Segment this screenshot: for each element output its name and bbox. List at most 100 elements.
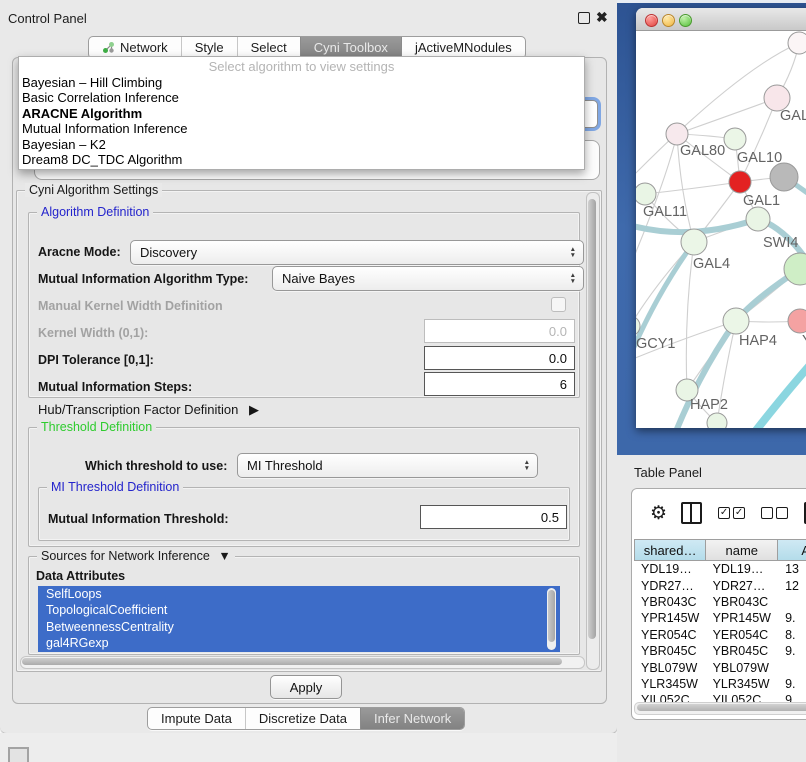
network-node-gal4[interactable] (681, 229, 707, 255)
data-attributes-list[interactable]: SelfLoopsTopologicalCoefficientBetweenne… (38, 586, 560, 652)
table-row[interactable]: YER054CYER054C8. (634, 627, 806, 643)
mi-threshold-field[interactable]: 0.5 (420, 505, 567, 529)
dpi-tolerance-field[interactable]: 0.0 (424, 346, 575, 370)
table-row[interactable]: YLR345WYLR345W9. (634, 676, 806, 692)
mi-steps-label: Mutual Information Steps: (38, 380, 192, 394)
network-node-y[interactable] (788, 309, 806, 333)
column-header-name[interactable]: name (706, 539, 778, 561)
table-cell: 9. (778, 677, 806, 691)
table-horizontal-scrollbar[interactable] (634, 702, 806, 715)
table-header-row[interactable]: shared…nameA (634, 539, 806, 561)
network-edge (677, 98, 777, 134)
algorithm-option[interactable]: Mutual Information Inference (19, 121, 584, 136)
attribute-item[interactable]: gal4RGexp (38, 635, 560, 651)
collapse-down-icon[interactable]: ▼ (218, 549, 230, 563)
network-node[interactable] (707, 413, 727, 428)
network-node-gal1[interactable] (729, 171, 751, 193)
network-node-swi4[interactable] (746, 207, 770, 231)
table-cell: YLR345W (634, 677, 706, 691)
node-table[interactable]: shared…nameA YDL19…YDL19…13YDR27…YDR27…1… (634, 539, 806, 701)
network-node[interactable] (788, 32, 806, 54)
tab-select[interactable]: Select (237, 37, 300, 58)
aracne-mode-combobox[interactable]: Discovery ▲▼ (130, 240, 584, 265)
tab-label: jActiveMNodules (415, 40, 512, 55)
algorithm-option[interactable]: Bayesian – Hill Climbing (19, 75, 584, 90)
sources-title-text: Sources for Network Inference (41, 549, 210, 563)
column-header-shared[interactable]: shared… (634, 539, 706, 561)
table-cell: YLR345W (706, 677, 779, 691)
tab-impute-data[interactable]: Impute Data (148, 708, 245, 729)
table-cell: YDR27… (706, 579, 779, 593)
column-layout-icon[interactable] (681, 502, 702, 524)
network-node-gal80[interactable] (666, 123, 688, 145)
mi-type-combobox[interactable]: Naive Bayes ▲▼ (272, 266, 584, 291)
close-panel-icon[interactable]: ✖ (596, 9, 608, 26)
network-node[interactable] (770, 163, 798, 191)
tab-jactivemnodules[interactable]: jActiveMNodules (401, 37, 525, 58)
sources-panel-title[interactable]: Sources for Network Inference ▼ (37, 549, 235, 563)
attribute-item[interactable]: SelfLoops (38, 586, 560, 602)
deselect-all-columns-icon[interactable] (761, 507, 788, 519)
close-window-icon[interactable] (645, 14, 658, 27)
hub-definition-label: Hub/Transcription Factor Definition (38, 402, 238, 417)
attributes-scrollbar[interactable] (547, 588, 556, 650)
table-row[interactable]: YDR27…YDR27…12 (634, 577, 806, 593)
network-node-hap4[interactable] (723, 308, 749, 334)
table-row[interactable]: YBR045CYBR045C9. (634, 643, 806, 659)
manual-kernel-checkbox[interactable] (551, 297, 566, 312)
tab-label: Select (251, 40, 287, 55)
network-node-gal11[interactable] (636, 183, 656, 205)
which-threshold-combobox[interactable]: MI Threshold ▲▼ (237, 453, 538, 478)
algorithm-placeholder: Select algorithm to view settings (19, 57, 584, 75)
tab-network[interactable]: Network (89, 37, 181, 58)
network-node-gal10[interactable] (724, 128, 746, 150)
table-cell: YDL19… (706, 562, 779, 576)
column-header-a[interactable]: A (778, 539, 806, 561)
algorithm-option[interactable]: Basic Correlation Inference (19, 90, 584, 105)
minimized-panel-icon[interactable] (8, 747, 29, 762)
table-row[interactable]: YBR043CYBR043C (634, 594, 806, 610)
expand-right-icon[interactable]: ▶ (249, 402, 259, 417)
zoom-window-icon[interactable] (679, 14, 692, 27)
hub-definition-toggle[interactable]: Hub/Transcription Factor Definition ▶ (38, 402, 259, 418)
table-row[interactable]: YBL079WYBL079W (634, 659, 806, 675)
attribute-item[interactable]: TopologicalCoefficient (38, 602, 560, 618)
network-window-titlebar[interactable] (636, 8, 806, 31)
kernel-width-field[interactable]: 0.0 (424, 319, 575, 343)
settings-vertical-scrollbar[interactable] (586, 192, 600, 670)
node-label: GAL7 (780, 108, 806, 124)
mi-type-value: Naive Bayes (282, 271, 355, 286)
table-cell: YDL19… (634, 562, 706, 576)
desktop-area: GAL7GAL80GAL10GAL1GAL11SWI4GAL4GCY1HAP4Y… (617, 0, 806, 762)
mi-steps-field[interactable]: 6 (424, 372, 575, 396)
table-row[interactable]: YDL19…YDL19…13 (634, 561, 806, 577)
algorithm-option[interactable]: Bayesian – K2 (19, 137, 584, 152)
tab-discretize-data[interactable]: Discretize Data (245, 708, 360, 729)
minimize-window-icon[interactable] (662, 14, 675, 27)
table-row[interactable]: YPR145WYPR145W9. (634, 610, 806, 626)
table-cell: YBL079W (706, 661, 779, 675)
tab-style[interactable]: Style (181, 37, 237, 58)
algorithm-option[interactable]: Dream8 DC_TDC Algorithm (19, 152, 584, 167)
algorithm-option[interactable]: ARACNE Algorithm (19, 106, 584, 121)
table-cell: YBL079W (634, 661, 706, 675)
tab-label: Cyni Toolbox (314, 40, 388, 55)
float-window-icon[interactable] (578, 12, 590, 24)
network-edge (636, 242, 694, 376)
which-threshold-label: Which threshold to use: (85, 459, 227, 473)
tab-cyni-toolbox[interactable]: Cyni Toolbox (300, 37, 401, 58)
network-view-window: GAL7GAL80GAL10GAL1GAL11SWI4GAL4GCY1HAP4Y… (636, 8, 806, 428)
node-label: SWI4 (763, 235, 798, 251)
settings-horizontal-scrollbar[interactable] (20, 656, 585, 669)
apply-button[interactable]: Apply (270, 675, 342, 699)
kernel-width-label: Kernel Width (0,1): (38, 326, 148, 340)
tab-infer-network[interactable]: Infer Network (360, 708, 464, 729)
gear-icon[interactable]: ⚙ (650, 502, 667, 525)
attribute-item[interactable]: BetweennessCentrality (38, 619, 560, 635)
select-all-columns-icon[interactable]: ✓✓ (718, 507, 745, 519)
node-label: GAL10 (737, 150, 782, 166)
network-canvas[interactable]: GAL7GAL80GAL10GAL1GAL11SWI4GAL4GCY1HAP4Y… (636, 31, 806, 428)
node-label: GAL11 (643, 204, 687, 220)
combo-stepper-icon: ▲▼ (524, 460, 530, 471)
node-label: GAL4 (693, 256, 730, 272)
